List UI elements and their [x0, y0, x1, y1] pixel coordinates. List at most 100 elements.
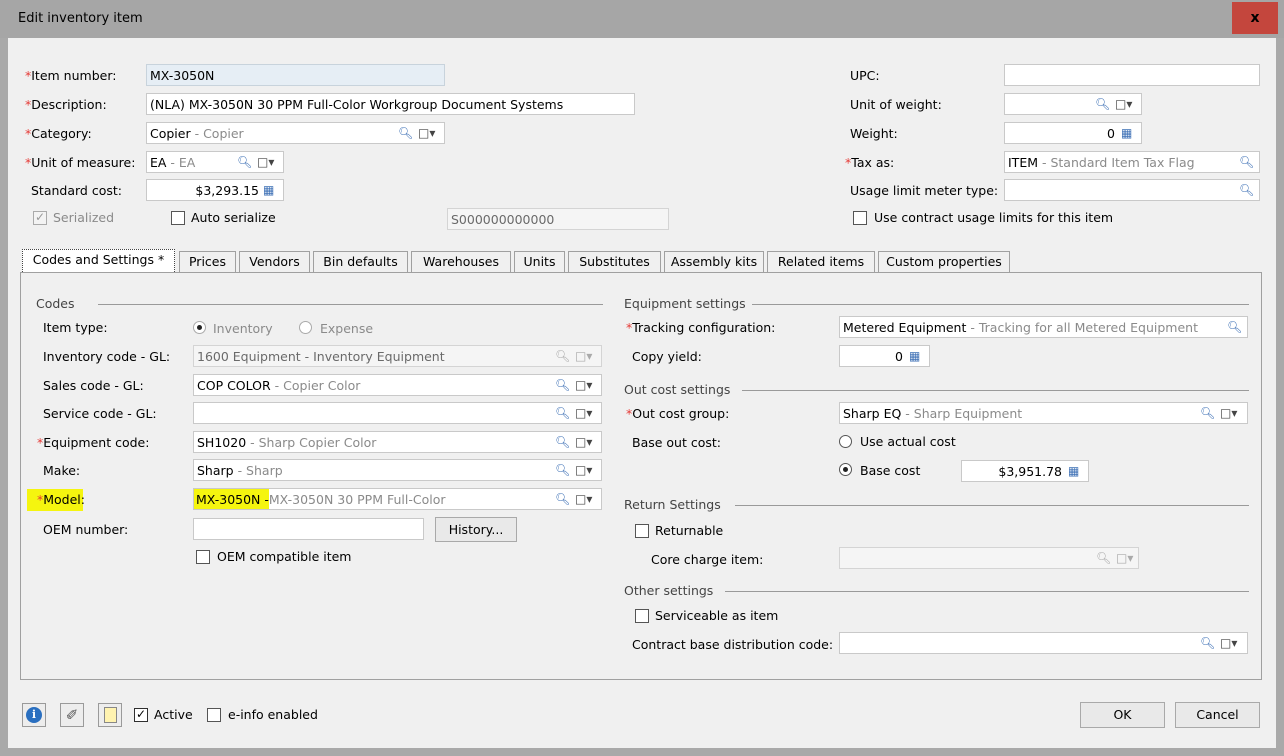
search-icon[interactable]: 🔍︎	[555, 348, 570, 364]
field-code: EA	[150, 155, 167, 170]
make-field[interactable]: Sharp - Sharp 🔍︎ □▾	[193, 459, 602, 481]
core-charge-item-field[interactable]: 🔍︎ □▾	[839, 547, 1139, 569]
search-icon[interactable]: 🔍︎	[398, 125, 413, 141]
calculator-icon[interactable]: ▦	[1121, 125, 1132, 141]
inventory-code-field[interactable]: 1600 Equipment - Inventory Equipment 🔍︎ …	[193, 345, 602, 367]
search-icon[interactable]: 🔍︎	[555, 462, 570, 478]
label-text: Item number:	[31, 68, 117, 83]
search-icon[interactable]: 🔍︎	[237, 154, 252, 170]
field-code: COP COLOR	[197, 378, 271, 393]
tab-related-items[interactable]: Related items	[767, 251, 875, 273]
dropdown-icon[interactable]: □▾	[1115, 96, 1132, 112]
use-actual-cost-radio[interactable]	[839, 435, 852, 448]
search-icon[interactable]: 🔍︎	[555, 377, 570, 393]
field-desc: - Copier Color	[270, 378, 361, 393]
tab-warehouses[interactable]: Warehouses	[411, 251, 511, 273]
dropdown-icon[interactable]: □▾	[1116, 550, 1133, 566]
field-desc: - Sharp	[233, 463, 283, 478]
ok-button[interactable]: OK	[1080, 702, 1165, 728]
base-cost-radio[interactable]	[839, 463, 852, 476]
auto-serialize-checkbox[interactable]	[171, 211, 185, 225]
tab-assembly-kits[interactable]: Assembly kits	[664, 251, 764, 273]
category-label: *Category:	[25, 126, 92, 142]
dropdown-icon[interactable]: □▾	[1220, 635, 1237, 651]
tab-prices[interactable]: Prices	[179, 251, 236, 273]
dropdown-icon[interactable]: □▾	[1220, 405, 1237, 421]
tab-units[interactable]: Units	[514, 251, 565, 273]
unit-of-measure-field[interactable]: EA - EA 🔍︎ □▾	[146, 151, 284, 173]
unit-of-weight-field[interactable]: 🔍︎ □▾	[1004, 93, 1142, 115]
core-charge-item-label: Core charge item:	[651, 552, 764, 567]
serialized-checkbox[interactable]: ✓	[33, 210, 47, 225]
sales-code-field[interactable]: COP COLOR - Copier Color 🔍︎ □▾	[193, 374, 602, 396]
usage-limit-meter-type-field[interactable]: 🔍︎	[1004, 179, 1260, 201]
active-checkbox[interactable]: ✓	[134, 707, 148, 722]
search-icon[interactable]: 🔍︎	[1096, 550, 1111, 566]
calculator-icon[interactable]: ▦	[1068, 463, 1079, 479]
serviceable-checkbox[interactable]	[635, 609, 649, 623]
tab-custom-properties[interactable]: Custom properties	[878, 251, 1010, 273]
close-button[interactable]: x	[1232, 2, 1278, 34]
returnable-checkbox[interactable]	[635, 524, 649, 538]
search-icon[interactable]: 🔍︎	[1095, 96, 1110, 112]
label-text: Description:	[31, 97, 107, 112]
dropdown-icon[interactable]: □▾	[575, 462, 592, 478]
search-icon[interactable]: 🔍︎	[555, 405, 570, 421]
field-value: 0	[895, 349, 903, 364]
dropdown-icon[interactable]: □▾	[418, 125, 435, 141]
use-contract-usage-checkbox[interactable]	[853, 211, 867, 225]
tax-as-field[interactable]: ITEM - Standard Item Tax Flag 🔍︎	[1004, 151, 1260, 173]
search-icon[interactable]: 🔍︎	[1239, 182, 1254, 198]
dropdown-icon[interactable]: □▾	[575, 377, 592, 393]
upc-field[interactable]	[1004, 64, 1260, 86]
attachment-button[interactable]: ✐	[60, 703, 84, 727]
tab-substitutes[interactable]: Substitutes	[568, 251, 661, 273]
contract-base-distribution-field[interactable]: 🔍︎ □▾	[839, 632, 1248, 654]
tab-bin-defaults[interactable]: Bin defaults	[313, 251, 408, 273]
dropdown-icon[interactable]: □▾	[575, 434, 592, 450]
item-type-inventory-radio[interactable]	[193, 321, 206, 334]
copy-yield-field[interactable]: 0 ▦	[839, 345, 930, 367]
einfo-label: e-info enabled	[228, 707, 318, 722]
oem-number-field[interactable]	[193, 518, 424, 540]
field-code: 1600 Equipment	[197, 349, 301, 364]
notes-button[interactable]	[98, 703, 122, 727]
equipment-code-field[interactable]: SH1020 - Sharp Copier Color 🔍︎ □▾	[193, 431, 602, 453]
serial-number-field[interactable]: S000000000000	[447, 208, 669, 230]
description-field[interactable]: (NLA) MX-3050N 30 PPM Full-Color Workgro…	[146, 93, 635, 115]
search-icon[interactable]: 🔍︎	[1200, 405, 1215, 421]
weight-field[interactable]: 0 ▦	[1004, 122, 1142, 144]
info-button[interactable]: i	[22, 703, 46, 727]
search-icon[interactable]: 🔍︎	[1239, 154, 1254, 170]
item-number-field[interactable]: MX-3050N	[146, 64, 445, 86]
dropdown-icon[interactable]: □▾	[257, 154, 274, 170]
contract-base-distribution-label: Contract base distribution code:	[632, 637, 834, 652]
service-code-field[interactable]: 🔍︎ □▾	[193, 402, 602, 424]
search-icon[interactable]: 🔍︎	[555, 434, 570, 450]
dropdown-icon[interactable]: □▾	[575, 405, 592, 421]
serialized-label: Serialized	[53, 210, 115, 225]
field-code: ITEM	[1008, 155, 1039, 170]
tab-vendors[interactable]: Vendors	[239, 251, 310, 273]
search-icon[interactable]: 🔍︎	[555, 491, 570, 507]
item-type-expense-radio[interactable]	[299, 321, 312, 334]
field-desc: - EA	[166, 155, 196, 170]
cancel-button[interactable]: Cancel	[1175, 702, 1260, 728]
history-button[interactable]: History...	[435, 517, 517, 542]
other-settings-title: Other settings	[624, 583, 720, 598]
einfo-checkbox[interactable]	[207, 708, 221, 722]
tab-codes-and-settings[interactable]: Codes and Settings *	[22, 249, 175, 274]
search-icon[interactable]: 🔍︎	[1227, 319, 1242, 335]
dropdown-icon[interactable]: □▾	[575, 348, 592, 364]
out-cost-group-field[interactable]: Sharp EQ - Sharp Equipment 🔍︎ □▾	[839, 402, 1248, 424]
oem-compatible-checkbox[interactable]	[196, 550, 210, 564]
standard-cost-field[interactable]: $3,293.15 ▦	[146, 179, 284, 201]
calculator-icon[interactable]: ▦	[263, 182, 274, 198]
category-field[interactable]: Copier - Copier 🔍︎ □▾	[146, 122, 445, 144]
dropdown-icon[interactable]: □▾	[575, 491, 592, 507]
base-cost-field[interactable]: $3,951.78 ▦	[961, 460, 1089, 482]
calculator-icon[interactable]: ▦	[909, 348, 920, 364]
search-icon[interactable]: 🔍︎	[1200, 635, 1215, 651]
tracking-configuration-field[interactable]: Metered Equipment - Tracking for all Met…	[839, 316, 1248, 338]
model-field[interactable]: MX-3050N - MX-3050N 30 PPM Full-Color 🔍︎…	[193, 488, 602, 510]
